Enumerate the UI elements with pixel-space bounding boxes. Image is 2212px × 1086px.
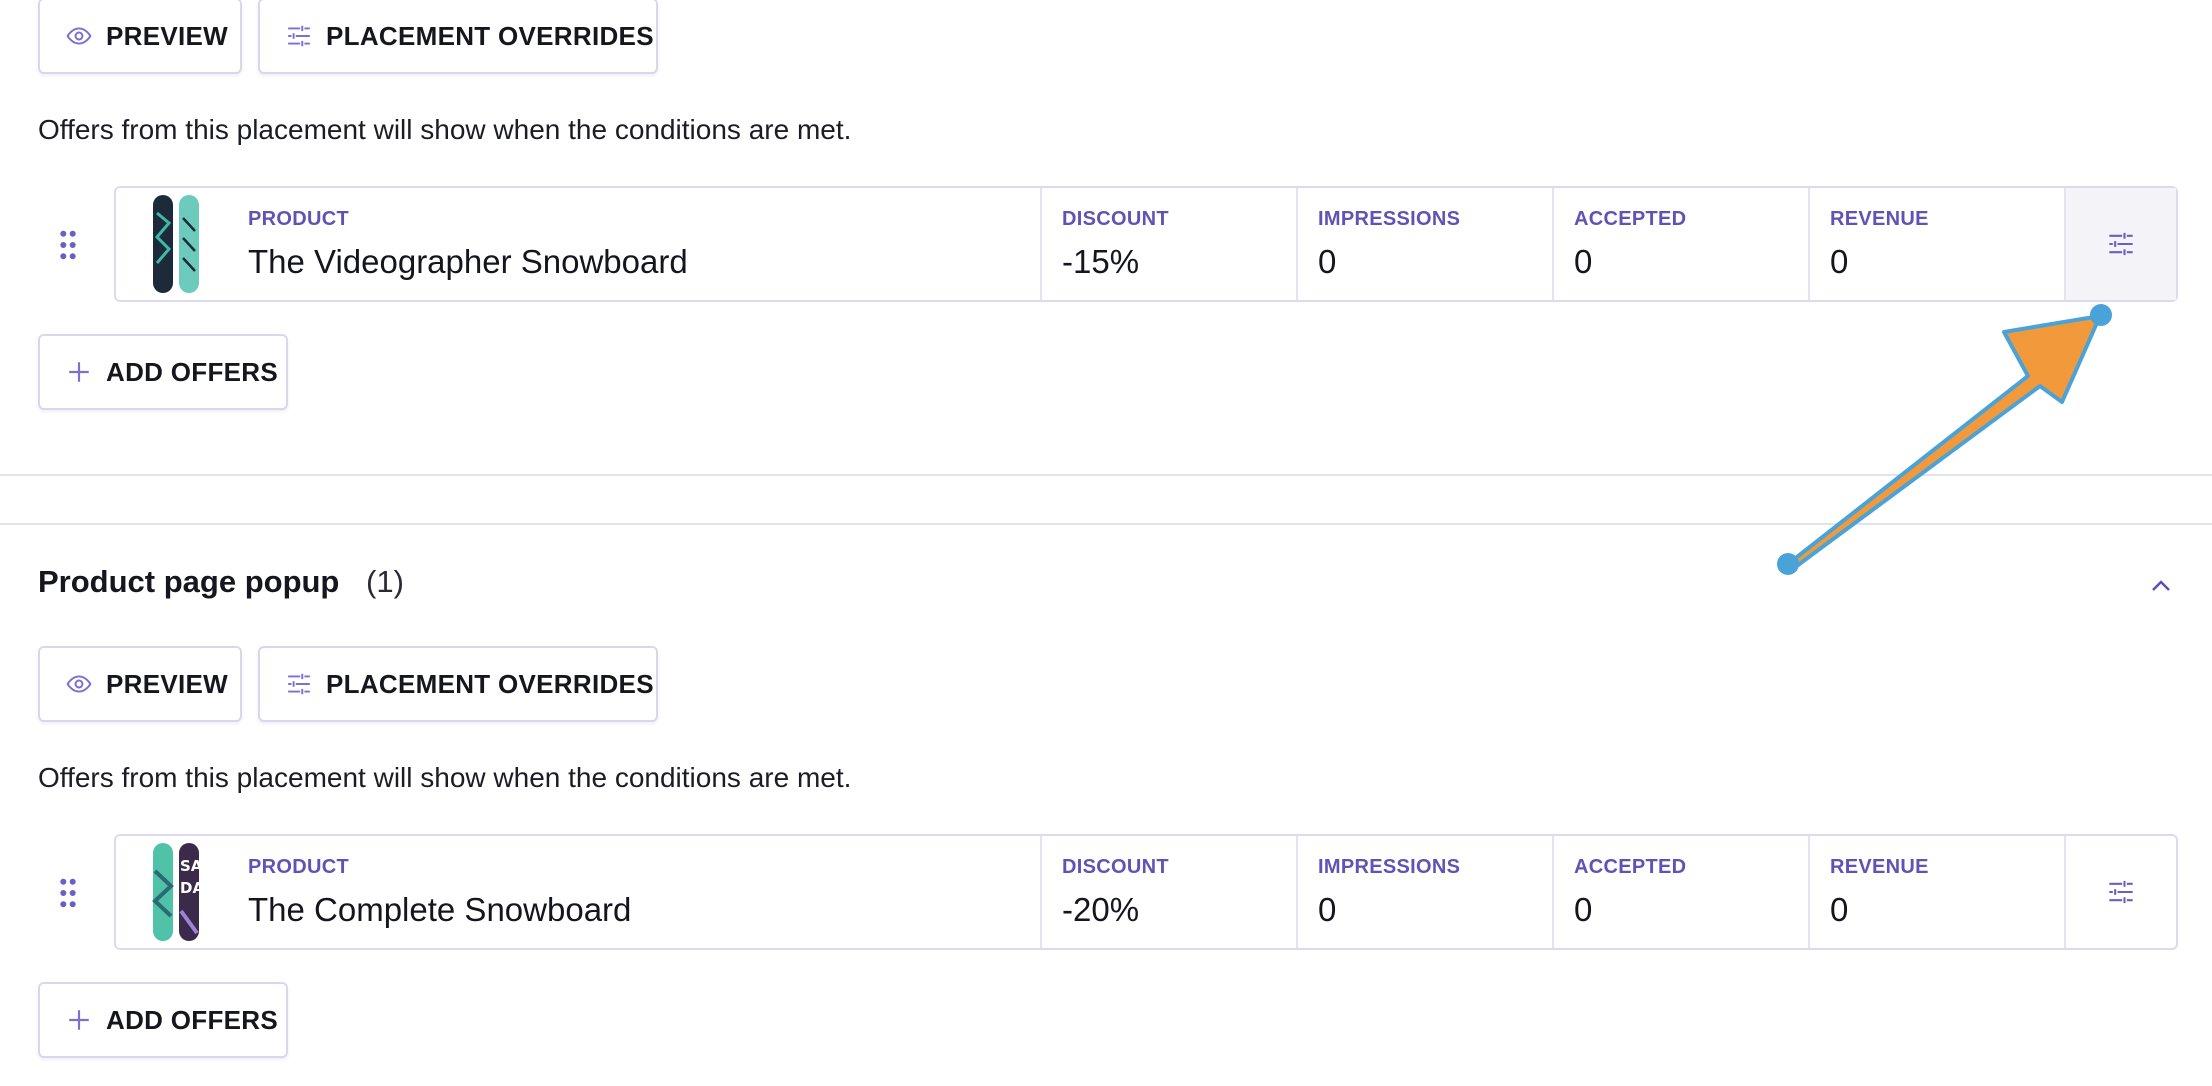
product-header: PRODUCT [248, 855, 349, 878]
add-offers-button[interactable]: ADD OFFERS [38, 982, 288, 1058]
product-name: The Complete Snowboard [248, 890, 632, 928]
add-offers-label: ADD OFFERS [106, 1004, 278, 1035]
placement-overrides-label: PLACEMENT OVERRIDES [326, 20, 654, 51]
section-divider [0, 523, 2212, 525]
product-name: The Videographer Snowboard [248, 242, 688, 280]
sliders-icon [286, 671, 312, 697]
placement-description: Offers from this placement will show whe… [38, 762, 852, 793]
revenue-column: REVENUE 0 [1808, 188, 2064, 300]
discount-header: DISCOUNT [1062, 855, 1169, 878]
placement-overrides-label: PLACEMENT OVERRIDES [326, 668, 654, 699]
impressions-header: IMPRESSIONS [1318, 207, 1461, 230]
product-column: PRODUCT The Complete Snowboard [236, 836, 1040, 948]
preview-button[interactable]: PREVIEW [38, 646, 242, 722]
revenue-header: REVENUE [1830, 207, 1929, 230]
accepted-column: ACCEPTED 0 [1552, 188, 1808, 300]
product-column: PRODUCT The Videographer Snowboard [236, 188, 1040, 300]
accepted-column: ACCEPTED 0 [1552, 836, 1808, 948]
discount-value: -20% [1062, 890, 1140, 928]
accepted-value: 0 [1574, 890, 1593, 928]
add-offers-button[interactable]: ADD OFFERS [38, 334, 288, 410]
impressions-column: IMPRESSIONS 0 [1296, 188, 1552, 300]
placement-overrides-button[interactable]: PLACEMENT OVERRIDES [258, 646, 658, 722]
section-divider [0, 474, 2212, 476]
placement-title: Product page popup [38, 564, 340, 599]
revenue-value: 0 [1830, 890, 1849, 928]
discount-column: DISCOUNT -20% [1040, 836, 1296, 948]
product-thumbnail [116, 188, 236, 300]
impressions-value: 0 [1318, 242, 1337, 280]
svg-text:DA: DA [180, 879, 201, 897]
eye-icon [66, 671, 92, 697]
product-header: PRODUCT [248, 207, 349, 230]
discount-header: DISCOUNT [1062, 207, 1169, 230]
offer-row[interactable]: PRODUCT The Videographer Snowboard DISCO… [114, 186, 2178, 302]
preview-label: PREVIEW [106, 668, 229, 699]
sliders-icon [286, 23, 312, 49]
accepted-value: 0 [1574, 242, 1593, 280]
product-thumbnail: SA DA [116, 836, 236, 948]
placements-page: PREVIEW PLACEMENT OVERRIDES Offers from … [0, 0, 2212, 1086]
accepted-header: ACCEPTED [1574, 855, 1687, 878]
annotation-end-dot [2090, 304, 2112, 326]
revenue-value: 0 [1830, 242, 1849, 280]
drag-handle-icon[interactable] [58, 230, 78, 260]
discount-value: -15% [1062, 242, 1140, 280]
impressions-column: IMPRESSIONS 0 [1296, 836, 1552, 948]
sliders-icon [2109, 880, 2133, 904]
discount-column: DISCOUNT -15% [1040, 188, 1296, 300]
offer-row[interactable]: SA DA PRODUCT The Complete Snowboard DIS… [114, 834, 2178, 950]
offer-settings-button[interactable] [2064, 188, 2176, 300]
plus-icon [66, 1007, 92, 1033]
plus-icon [66, 359, 92, 385]
preview-label: PREVIEW [106, 20, 229, 51]
placement-count: (1) [366, 564, 404, 599]
sliders-icon [2109, 232, 2133, 256]
preview-button[interactable]: PREVIEW [38, 0, 242, 74]
svg-text:SA: SA [180, 857, 201, 875]
accepted-header: ACCEPTED [1574, 207, 1687, 230]
drag-handle-icon[interactable] [58, 878, 78, 908]
impressions-header: IMPRESSIONS [1318, 855, 1461, 878]
impressions-value: 0 [1318, 890, 1337, 928]
placement-description: Offers from this placement will show whe… [38, 114, 852, 145]
placement-overrides-button[interactable]: PLACEMENT OVERRIDES [258, 0, 658, 74]
eye-icon [66, 23, 92, 49]
chevron-up-icon[interactable] [2146, 574, 2176, 598]
offer-settings-button[interactable] [2064, 836, 2176, 948]
revenue-column: REVENUE 0 [1808, 836, 2064, 948]
revenue-header: REVENUE [1830, 855, 1929, 878]
annotation-start-dot [1777, 553, 1799, 575]
add-offers-label: ADD OFFERS [106, 356, 278, 387]
